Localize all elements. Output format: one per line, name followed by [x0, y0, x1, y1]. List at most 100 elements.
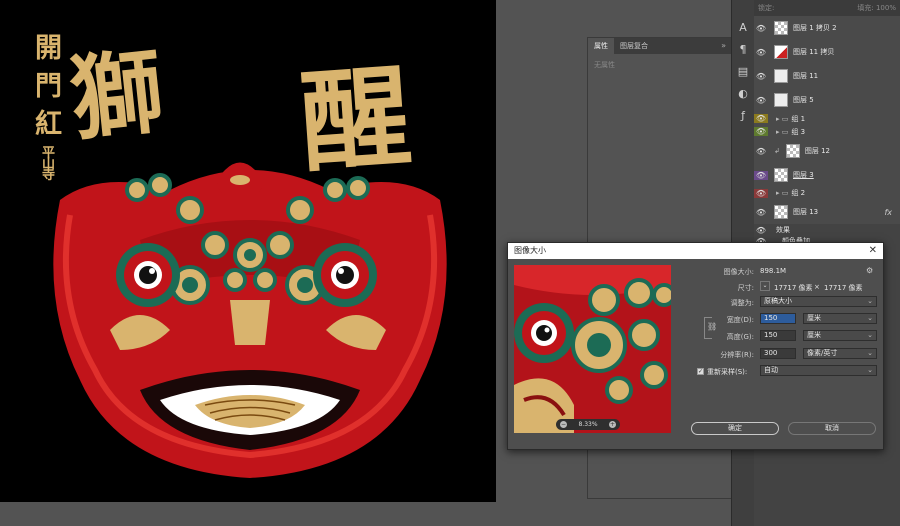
width-unit-select[interactable]: 厘米 ⌄ [803, 313, 877, 324]
visibility-eye-icon[interactable]: 👁 [754, 96, 768, 105]
layer-thumbnail [774, 45, 788, 59]
visibility-eye-icon[interactable]: 👁 [754, 24, 768, 33]
group-name: 组 1 [791, 114, 806, 123]
visibility-eye-icon[interactable]: 👁 [754, 127, 768, 136]
tab-properties[interactable]: 属性 [588, 38, 614, 54]
no-properties-text: 无属性 [594, 61, 615, 69]
dimensions-dropdown-icon[interactable]: ⌄ [760, 281, 770, 291]
image-size-value: 898.1M [760, 267, 787, 275]
layer-thumbnail [774, 93, 788, 107]
resample-checkbox[interactable]: ✓ [697, 368, 704, 375]
resample-select[interactable]: 自动 ⌄ [760, 365, 877, 376]
panel-menu-icon[interactable]: » [721, 41, 726, 50]
fill-label[interactable]: 填充: 100% [857, 3, 896, 13]
layer-row[interactable]: 👁 图层 11 拷贝 [754, 40, 900, 65]
chevron-down-icon: ⌄ [867, 349, 873, 357]
layer-name: 图层 3 [793, 171, 814, 179]
visibility-eye-icon[interactable]: 👁 [754, 208, 768, 217]
folder-icon[interactable]: ▸ ▭ [776, 115, 788, 123]
image-size-label: 图像大小: [723, 268, 754, 276]
layer-row[interactable]: 👁 图层 3 [754, 164, 900, 187]
effects-row[interactable]: 👁 效果 [754, 224, 900, 236]
visibility-eye-icon[interactable]: 👁 [754, 114, 768, 123]
group-row[interactable]: 👁 ▸ ▭ 组 1 [754, 112, 900, 126]
layer-thumbnail [774, 205, 788, 219]
layers-lock-bar: 锁定: 填充: 100% [754, 0, 900, 16]
visibility-eye-icon[interactable]: 👁 [754, 188, 768, 198]
clip-arrow-icon: ↲ [774, 147, 780, 155]
height-unit-select[interactable]: 厘米 ⌄ [803, 330, 877, 341]
document-canvas[interactable]: 開 門 紅 平山寺 獅 醒 [0, 0, 496, 502]
ok-button[interactable]: 确定 [691, 422, 779, 435]
image-preview[interactable] [514, 265, 671, 433]
chevron-down-icon: ⌄ [867, 331, 873, 339]
fit-to-select[interactable]: 原稿大小 ⌄ [760, 296, 877, 307]
chevron-down-icon: ⌄ [867, 314, 873, 322]
layer-row[interactable]: 👁 ↲ 图层 12 [754, 138, 900, 165]
fit-to-value: 原稿大小 [764, 297, 792, 305]
chevron-down-icon: ⌄ [867, 366, 873, 374]
height-unit: 厘米 [807, 331, 821, 339]
folder-icon[interactable]: ▸ ▭ [776, 189, 788, 197]
cancel-button[interactable]: 取消 [788, 422, 876, 435]
layer-row[interactable]: 👁 图层 11 [754, 64, 900, 89]
image-size-dialog: 图像大小 ✕ − 8.33% + 图像大小: 898.1M ⚙ 尺寸: ⌄ 17… [507, 242, 884, 450]
paragraph-icon[interactable]: ▤ [732, 60, 754, 82]
zoom-control: − 8.33% + [556, 419, 620, 430]
visibility-eye-icon[interactable]: 👁 [754, 72, 768, 81]
layer-thumbnail [774, 21, 788, 35]
chevron-down-icon: ⌄ [867, 297, 873, 305]
zoom-value: 8.33% [578, 421, 598, 428]
layer-name: 图层 13 [793, 208, 819, 216]
visibility-eye-icon[interactable]: 👁 [754, 226, 768, 235]
resolution-label: 分辨率(R): [720, 351, 754, 359]
layer-name: 图层 12 [804, 147, 831, 155]
resolution-unit: 像素/英寸 [807, 349, 838, 357]
lock-label: 锁定: [758, 4, 775, 12]
layer-thumbnail [774, 69, 788, 83]
group-name: 组 3 [791, 127, 806, 136]
group-row[interactable]: 👁 ▸ ▭ 组 3 [754, 125, 900, 139]
preview-illustration [514, 265, 671, 433]
height-label: 高度(G): [726, 333, 754, 341]
group-row[interactable]: 👁 ▸ ▭ 组 2 [754, 186, 900, 201]
zoom-in-icon[interactable]: + [609, 421, 616, 428]
properties-tabs: 属性 图层复合 [588, 38, 732, 54]
layer-thumbnail [774, 168, 788, 182]
resolution-unit-select[interactable]: 像素/英寸 ⌄ [803, 348, 877, 359]
width-label: 宽度(D): [726, 316, 754, 324]
layer-thumbnail [785, 144, 800, 158]
dialog-title-bar[interactable]: 图像大小 ✕ [508, 243, 883, 259]
layer-row[interactable]: 👁 图层 1 拷贝 2 [754, 16, 900, 41]
resample-value: 自动 [764, 366, 778, 374]
dimensions-label: 尺寸: [737, 284, 754, 292]
effects-label: 效果 [776, 226, 790, 234]
fit-to-label: 调整为: [730, 299, 754, 307]
width-unit: 厘米 [807, 314, 821, 322]
dimension-width: 17717 像素 [774, 284, 813, 292]
layer-row[interactable]: 👁 图层 5 [754, 88, 900, 113]
resample-label: 重新采样(S): [707, 368, 748, 376]
dimension-times: × [814, 283, 820, 291]
visibility-eye-icon[interactable]: 👁 [754, 170, 768, 180]
visibility-eye-icon[interactable]: 👁 [754, 147, 768, 156]
group-name: 组 2 [791, 189, 806, 197]
layer-row[interactable]: 👁 图层 13 fx [754, 200, 900, 225]
close-icon[interactable]: ✕ [869, 243, 877, 259]
tab-layer-comps[interactable]: 图层复合 [614, 38, 654, 54]
adjustment-icon[interactable]: ◐ [732, 82, 754, 104]
zoom-out-icon[interactable]: − [560, 421, 567, 428]
gear-icon[interactable]: ⚙ [866, 266, 873, 275]
visibility-eye-icon[interactable]: 👁 [754, 48, 768, 57]
resolution-input[interactable]: 300 [760, 348, 796, 359]
dialog-title: 图像大小 [514, 246, 546, 255]
fx-icon[interactable]: ƒ [732, 104, 754, 126]
height-input[interactable]: 150 [760, 330, 796, 341]
character-icon[interactable]: ¶ [732, 38, 754, 60]
width-input[interactable]: 150 [760, 313, 796, 324]
type-icon[interactable]: A [732, 16, 754, 38]
fx-icon[interactable]: fx [884, 208, 892, 217]
folder-icon[interactable]: ▸ ▭ [776, 128, 788, 136]
dimension-height: 17717 像素 [824, 284, 863, 292]
layer-name: 图层 11 拷贝 [793, 48, 835, 56]
